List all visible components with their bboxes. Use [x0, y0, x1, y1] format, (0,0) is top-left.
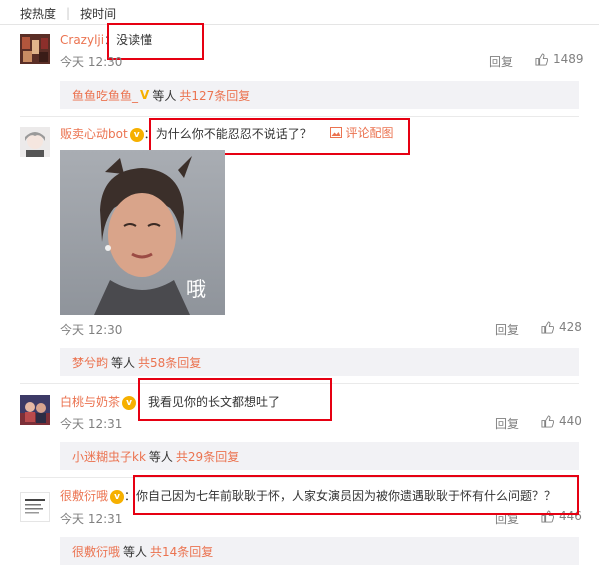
comment-time: 今天 12:30	[60, 323, 123, 337]
reply-button[interactable]: 回复	[495, 415, 519, 432]
comment-time: 今天 12:31	[60, 512, 123, 526]
thumbs-up-icon	[541, 320, 554, 334]
vip-badge-icon: v	[110, 489, 125, 504]
avatar[interactable]	[20, 34, 50, 64]
reply-username[interactable]: 很敷衍哦	[72, 543, 120, 560]
reply-middle-text: 等人	[111, 355, 136, 370]
thumbs-up-icon	[535, 52, 548, 66]
image-caption: 哦	[186, 277, 206, 301]
reply-count-link[interactable]: 共14条回复	[150, 543, 213, 560]
vip-badge-icon: v	[122, 395, 137, 410]
reply-middle-text: 等人	[123, 544, 148, 559]
reply-count-link[interactable]: 共29条回复	[176, 448, 239, 465]
reply-button[interactable]: 回复	[495, 321, 519, 338]
tab-time[interactable]: 按时间	[80, 5, 116, 22]
reply-summary[interactable]: 很敷衍哦 等人 共14条回复	[60, 537, 579, 565]
avatar[interactable]	[20, 395, 50, 425]
reply-button[interactable]: 回复	[489, 53, 513, 70]
highlight-box	[133, 475, 579, 515]
reply-summary[interactable]: 梦兮畇 等人 共58条回复	[60, 348, 579, 376]
reply-summary[interactable]: 小迷糊虫子kk 等人 共29条回复	[60, 442, 579, 470]
comment-time: 今天 12:31	[60, 417, 123, 431]
sort-tabs: 按热度 | 按时间	[20, 3, 116, 23]
like-count: 440	[559, 414, 582, 428]
like-button[interactable]: 428	[541, 320, 582, 334]
avatar[interactable]	[20, 492, 50, 522]
username[interactable]: Crazylji	[60, 33, 104, 47]
username[interactable]: 贩卖心动bot	[60, 127, 128, 141]
like-count: 428	[559, 320, 582, 334]
comment-divider	[20, 116, 579, 117]
tabs-divider	[0, 24, 599, 25]
reply-username[interactable]: 鱼鱼吃鱼鱼_	[72, 87, 138, 104]
verified-v-icon: V	[140, 88, 150, 102]
reply-username[interactable]: 梦兮畇	[72, 354, 108, 371]
reply-username[interactable]: 小迷糊虫子kk	[72, 448, 146, 465]
highlight-box	[138, 378, 332, 421]
reply-count-link[interactable]: 共127条回复	[179, 87, 250, 104]
like-button[interactable]: 1489	[535, 52, 584, 66]
vip-badge-icon: v	[129, 127, 144, 142]
username[interactable]: 白桃与奶茶	[60, 395, 120, 409]
tab-separator: |	[66, 6, 71, 20]
reply-count-link[interactable]: 共58条回复	[138, 354, 201, 371]
tab-hot[interactable]: 按热度	[20, 5, 56, 22]
reply-summary[interactable]: 鱼鱼吃鱼鱼_ V 等人 共127条回复	[60, 81, 579, 109]
like-count: 1489	[553, 52, 584, 66]
comment-time: 今天 12:30	[60, 55, 123, 69]
like-button[interactable]: 440	[541, 414, 582, 428]
avatar[interactable]	[20, 127, 50, 157]
thumbs-up-icon	[541, 414, 554, 428]
username[interactable]: 很敷衍哦	[60, 489, 108, 503]
comment-image[interactable]: 哦	[60, 150, 225, 315]
reply-middle-text: 等人	[152, 88, 177, 103]
reply-middle-text: 等人	[148, 449, 173, 464]
